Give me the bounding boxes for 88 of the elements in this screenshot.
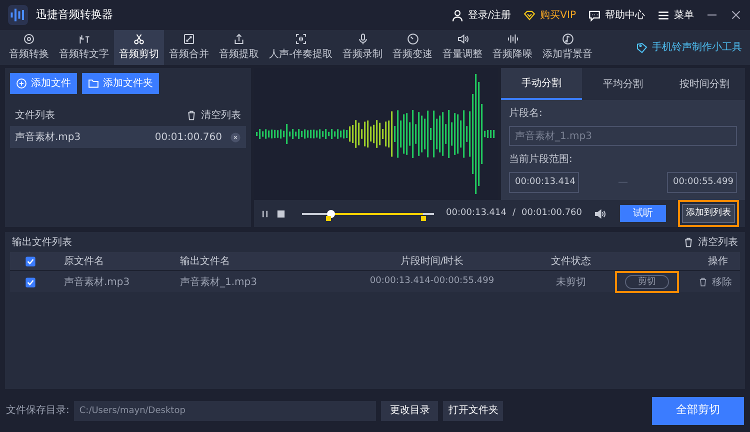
checked-checkbox-icon[interactable] — [24, 276, 36, 288]
toolbar-tab[interactable]: 音频剪切 — [114, 30, 164, 65]
file-duration: 00:01:00.760 — [154, 130, 222, 144]
cut-all-button[interactable]: 全部剪切 — [652, 396, 744, 424]
change-directory-button[interactable]: 更改目录 — [381, 400, 438, 420]
total-time: 00:01:00.760 — [522, 206, 582, 220]
chat-bubble-icon — [588, 8, 601, 22]
split-mode-tab[interactable]: 手动分割 — [501, 68, 582, 100]
sound-bars-icon — [506, 33, 519, 45]
column-header: 片段时间/时长 — [399, 254, 465, 268]
segment-name-label: 片段名: — [509, 106, 544, 121]
toolbar-tab[interactable]: 音频转文字 — [54, 30, 114, 65]
toolbar-tab[interactable]: 音量调整 — [438, 30, 488, 65]
vip-button[interactable]: 购买VIP — [523, 8, 576, 22]
diamond-icon — [523, 8, 536, 22]
cut-button[interactable]: 剪切 — [625, 275, 669, 289]
time-separator: / — [512, 206, 516, 220]
speaker-icon[interactable] — [594, 208, 606, 220]
toolbar-tab[interactable]: 音频提取 — [214, 30, 264, 65]
disc-icon — [23, 33, 35, 45]
output-list-title: 输出文件列表 — [12, 236, 72, 250]
toolbar-tab[interactable]: 添加背景音 — [538, 30, 598, 65]
time-field[interactable]: 00:00:13.414 — [509, 172, 580, 193]
help-button[interactable]: 帮助中心 — [588, 8, 645, 22]
save-path-field[interactable]: C:/Users/mayn/Desktop — [74, 400, 376, 420]
close-icon[interactable] — [730, 9, 742, 21]
toolbar-tab[interactable]: 音频录制 — [338, 30, 388, 65]
toolbar-tab[interactable]: 人声-伴奏提取 — [264, 30, 338, 65]
table-cell-text: 声音素材.mp3 — [63, 276, 131, 290]
file-list-header: 文件列表 — [15, 108, 55, 122]
ringtone-tool-link[interactable]: 手机铃声制作小工具 — [636, 40, 742, 55]
file-name: 声音素材.mp3 — [15, 130, 81, 144]
gauge-icon — [406, 33, 419, 45]
hand-text-icon — [78, 33, 90, 45]
menu-icon — [657, 8, 670, 22]
folder-icon — [88, 78, 99, 89]
trash-icon — [683, 236, 694, 248]
scissors-icon — [133, 33, 145, 45]
toolbar-tab[interactable]: 音频转换 — [4, 30, 54, 65]
tag-icon — [636, 42, 648, 54]
status-cell-text: 未剪切 — [555, 276, 587, 290]
clear-list-button[interactable]: 清空列表 — [186, 108, 242, 122]
sound-wave-logo-icon — [8, 5, 28, 25]
user-button[interactable]: 登录/注册 — [450, 8, 512, 22]
checked-checkbox-icon[interactable] — [24, 256, 36, 266]
remove-button[interactable]: 移除 — [698, 274, 732, 290]
voice-scan-icon — [294, 33, 307, 45]
open-folder-button[interactable]: 打开文件夹 — [443, 400, 504, 420]
add-file-button[interactable]: 添加文件 — [10, 73, 77, 94]
split-mode-tab[interactable]: 平均分割 — [582, 68, 664, 100]
user-icon — [450, 8, 464, 22]
close-icon[interactable] — [230, 132, 242, 142]
pause-icon[interactable] — [260, 208, 270, 218]
menu-button[interactable]: 菜单 — [657, 8, 694, 22]
table-cell-text: 00:00:13.414-00:00:55.499 — [368, 275, 496, 288]
column-header: 原文件名 — [63, 254, 105, 268]
add-folder-button[interactable]: 添加文件夹 — [82, 73, 159, 94]
microphone-icon — [356, 33, 369, 45]
clear-list-button[interactable]: 清空列表 — [683, 234, 738, 250]
stop-icon[interactable] — [276, 208, 286, 218]
music-note-icon — [562, 33, 574, 45]
column-header: 输出文件名 — [179, 254, 231, 268]
slider-thumb[interactable] — [327, 210, 336, 218]
table-cell-text: 声音素材_1.mp3 — [179, 276, 258, 290]
plus-circle-icon — [16, 78, 27, 89]
segment-range-label: 当前片段范围: — [509, 152, 574, 167]
current-time: 00:00:13.414 — [446, 206, 506, 220]
upload-icon — [233, 33, 245, 45]
speaker-icon — [456, 33, 469, 45]
toolbar-tab[interactable]: 音频变速 — [388, 30, 438, 65]
column-header: 操作 — [707, 254, 729, 268]
save-directory-label: 文件保存目录: — [6, 404, 70, 418]
range-start-marker[interactable] — [326, 216, 332, 220]
trash-icon — [186, 110, 198, 120]
trash-icon — [698, 277, 708, 287]
range-dash: — — [618, 176, 628, 190]
add-to-list-button[interactable]: 添加到列表 — [682, 204, 735, 223]
toolbar-tab[interactable]: 音频降噪 — [488, 30, 538, 65]
split-mode-tab[interactable]: 按时间分割 — [664, 68, 745, 100]
time-field[interactable]: 00:00:55.499 — [666, 172, 737, 193]
column-header: 文件状态 — [550, 254, 592, 268]
merge-icon — [183, 33, 195, 45]
window-title: 迅捷音频转换器 — [36, 6, 113, 23]
range-end-marker[interactable] — [421, 216, 426, 220]
segment-name-field[interactable]: 声音素材_1.mp3 — [509, 126, 737, 146]
preview-button[interactable]: 试听 — [620, 205, 666, 222]
file-row[interactable]: 声音素材.mp3 00:01:00.760 — [10, 126, 246, 148]
toolbar-tab[interactable]: 音频合并 — [164, 30, 214, 65]
